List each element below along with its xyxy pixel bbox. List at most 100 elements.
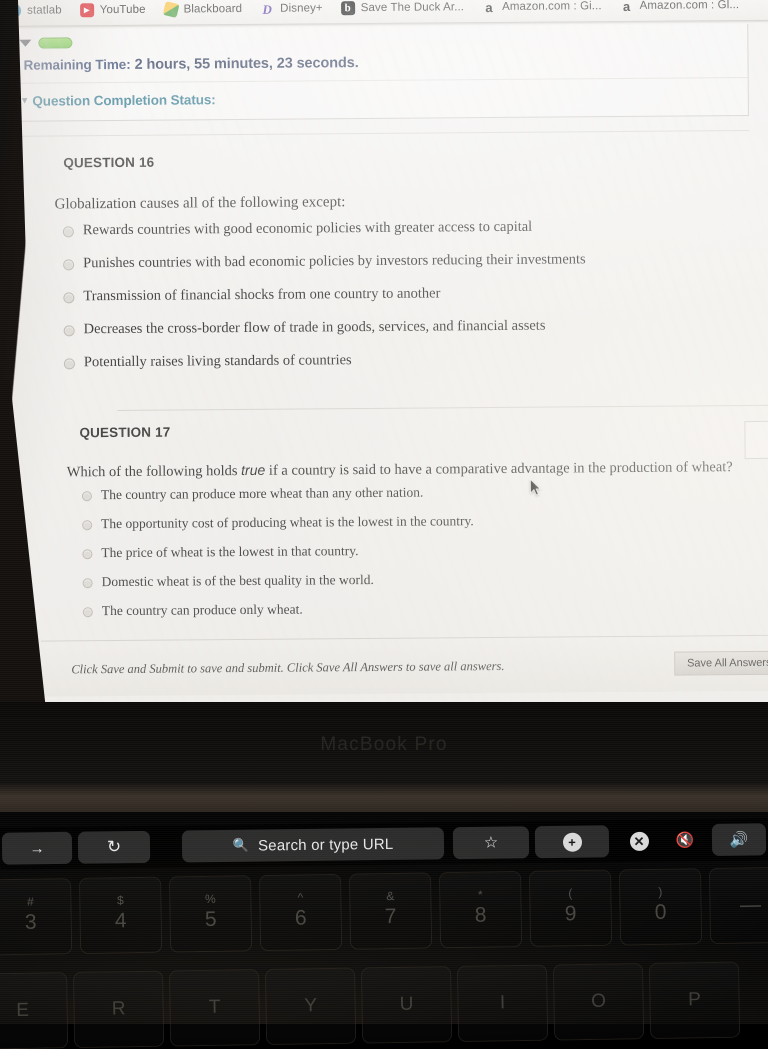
key-lower-glyph: U xyxy=(399,993,414,1016)
bookmark-label: Blackboard xyxy=(183,3,243,16)
question-17-option[interactable]: The opportunity cost of producing wheat … xyxy=(82,513,474,532)
key-lower-glyph: E xyxy=(16,999,30,1022)
radio-button-icon[interactable] xyxy=(63,358,75,370)
key-e[interactable]: E xyxy=(0,973,68,1049)
option-label: Punishes countries with bad economic pol… xyxy=(83,251,586,272)
question-16-heading: QUESTION 16 xyxy=(63,154,155,171)
remaining-time-label: Remaining Time: xyxy=(23,56,131,73)
key-minus[interactable]: — xyxy=(709,867,768,944)
question-17-heading: QUESTION 17 xyxy=(79,424,171,441)
radio-button-icon[interactable] xyxy=(82,520,93,531)
arrow-right-icon: → xyxy=(29,839,45,857)
key-9[interactable]: ( 9 xyxy=(529,870,612,946)
touchbar-url-field[interactable]: 🔍 Search or type URL xyxy=(181,827,445,863)
question-17-card: QUESTION 17 Which of the following holds… xyxy=(9,420,768,618)
key-3[interactable]: # 3 xyxy=(0,879,72,955)
speaker-icon: 🔊 xyxy=(729,831,749,849)
touchbar-bookmark-button[interactable]: ☆ xyxy=(452,826,530,860)
key-6[interactable]: ^ 6 xyxy=(260,874,342,951)
question-16-option[interactable]: Transmission of financial shocks from on… xyxy=(63,284,586,305)
key-8[interactable]: * 8 xyxy=(439,872,522,948)
bookmark-disney-plus[interactable]: Disney+ xyxy=(251,0,332,22)
key-i[interactable]: I xyxy=(457,965,548,1042)
key-4[interactable]: $ 4 xyxy=(80,877,162,953)
touchbar-new-tab-button[interactable]: + xyxy=(534,825,610,859)
key-7[interactable]: & 7 xyxy=(350,873,432,949)
amazon-icon xyxy=(620,0,634,13)
question-17-option[interactable]: The country can produce more wheat than … xyxy=(81,484,474,503)
question-16-option[interactable]: Decreases the cross-border flow of trade… xyxy=(63,317,587,338)
exam-info-panel: Remaining Time: 2 hours, 55 minutes, 23 … xyxy=(6,24,749,122)
radio-button-icon[interactable] xyxy=(82,578,93,589)
radio-button-icon[interactable] xyxy=(63,292,75,304)
exam-content: Remaining Time: 2 hours, 55 minutes, 23 … xyxy=(6,24,767,137)
key-upper-glyph: ) xyxy=(658,885,663,900)
radio-button-icon[interactable] xyxy=(63,325,75,337)
key-lower-glyph: T xyxy=(208,996,221,1019)
bookmark-save-the-duck[interactable]: Save The Duck Ar... xyxy=(332,0,474,21)
question-completion-status-row[interactable]: ▾ Question Completion Status: xyxy=(8,78,748,111)
question-16-option[interactable]: Rewards countries with good economic pol… xyxy=(62,218,586,239)
bookmark-amazon-gl[interactable]: Amazon.com : Gl... xyxy=(611,0,749,19)
save-all-answers-button[interactable]: Save All Answers xyxy=(674,650,768,676)
key-lower-glyph: P xyxy=(688,989,702,1011)
key-upper-glyph: $ xyxy=(116,893,124,908)
bookmark-youtube[interactable]: YouTube xyxy=(71,0,155,23)
reload-icon: ↻ xyxy=(106,837,122,857)
stem-after: if a country is said to have a comparati… xyxy=(265,459,733,479)
touchbar-close-button[interactable]: ✕ xyxy=(615,825,663,858)
option-label: Rewards countries with good economic pol… xyxy=(82,218,533,239)
bookmark-label: YouTube xyxy=(99,3,146,17)
radio-button-icon[interactable] xyxy=(62,226,74,238)
status-badge xyxy=(38,37,73,49)
touchbar-mic-muted-button[interactable]: 🔇 xyxy=(665,824,705,856)
bookmark-amazon-gi[interactable]: Amazon.com : Gi... xyxy=(473,0,611,20)
question-16-option[interactable]: Punishes countries with bad economic pol… xyxy=(63,251,586,272)
url-placeholder: Search or type URL xyxy=(257,835,394,855)
question-17-option[interactable]: The price of wheat is the lowest in that… xyxy=(82,542,474,561)
bookmark-blackboard[interactable]: Blackboard xyxy=(155,0,252,23)
key-lower-glyph: 7 xyxy=(384,905,397,929)
remaining-time-value: 2 hours, 55 minutes, 23 seconds. xyxy=(134,55,359,73)
key-lower-glyph: I xyxy=(499,992,506,1014)
radio-button-icon[interactable] xyxy=(63,259,75,271)
macbook-pro-brand-label: MacBook Pro xyxy=(320,734,448,755)
key-0[interactable]: ) 0 xyxy=(619,869,702,945)
plus-icon: + xyxy=(562,832,582,852)
question-17-stem: Which of the following holds true if a c… xyxy=(67,458,733,481)
question-17-options: The country can produce more wheat than … xyxy=(81,484,475,632)
radio-button-icon[interactable] xyxy=(82,549,93,560)
key-u[interactable]: U xyxy=(362,967,452,1043)
key-p[interactable]: P xyxy=(649,962,740,1038)
key-o[interactable]: O xyxy=(553,964,644,1040)
question-17-option[interactable]: Domestic wheat is of the best quality in… xyxy=(82,571,475,590)
question-17-option[interactable]: The country can produce only wheat. xyxy=(82,600,475,619)
option-label: Transmission of financial shocks from on… xyxy=(83,285,441,305)
key-lower-glyph: O xyxy=(590,990,607,1013)
key-lower-glyph: 0 xyxy=(654,901,667,925)
key-lower-glyph: 8 xyxy=(474,903,487,928)
chevron-down-icon[interactable] xyxy=(19,39,32,47)
key-y[interactable]: Y xyxy=(266,968,356,1045)
key-5[interactable]: % 5 xyxy=(170,876,252,952)
chevron-double-down-icon[interactable]: ▾ xyxy=(22,95,28,107)
question-16-card: QUESTION 16 Globalization causes all of … xyxy=(7,150,749,371)
touchbar-reload-button[interactable]: ↻ xyxy=(77,830,151,864)
microphone-muted-icon: 🔇 xyxy=(675,832,695,850)
footer-instructions: Click Save and Submit to save and submit… xyxy=(71,658,505,677)
question-17-corner-box xyxy=(744,420,768,460)
key-lower-glyph: 6 xyxy=(294,906,307,930)
question-16-options: Rewards countries with good economic pol… xyxy=(62,218,587,387)
stem-italic-word: true xyxy=(241,461,266,479)
touchbar-forward-button[interactable]: → xyxy=(1,831,73,865)
key-upper-glyph: * xyxy=(477,887,483,902)
touchbar-volume-button[interactable]: 🔊 xyxy=(711,823,767,856)
key-upper-glyph: ( xyxy=(568,886,573,901)
radio-button-icon[interactable] xyxy=(82,607,93,618)
key-r[interactable]: R xyxy=(74,971,164,1048)
question-16-option[interactable]: Potentially raises living standards of c… xyxy=(63,350,587,371)
key-lower-glyph: R xyxy=(111,998,126,1020)
bookmark-label: Amazon.com : Gi... xyxy=(502,0,602,13)
radio-button-icon[interactable] xyxy=(81,491,92,502)
key-t[interactable]: T xyxy=(170,970,260,1046)
